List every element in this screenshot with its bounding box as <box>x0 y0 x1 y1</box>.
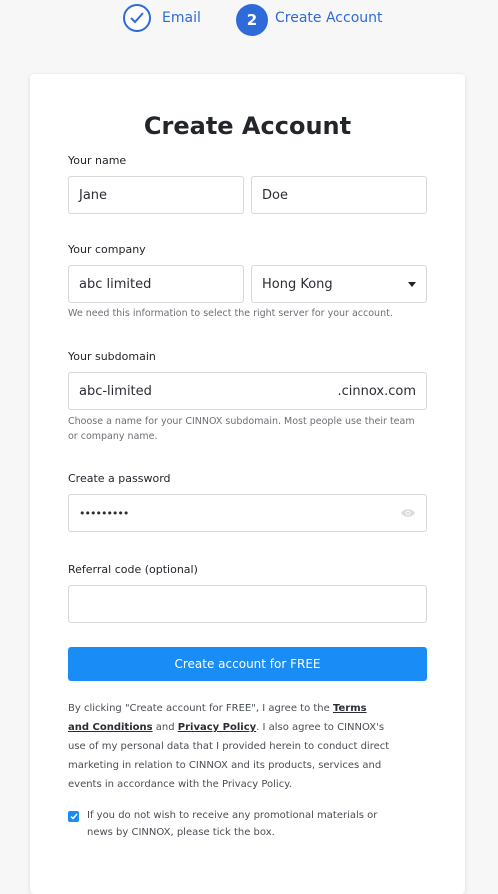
step-create-account-number: 2 <box>236 4 268 36</box>
last-name-field[interactable]: Doe <box>251 176 427 214</box>
signup-card: Create Account Your name Jane Doe Your c… <box>30 74 465 894</box>
country-select[interactable]: Hong Kong <box>251 265 427 303</box>
password-field[interactable]: ••••••••• <box>68 494 427 532</box>
subdomain-field[interactable]: abc-limited .cinnox.com <box>68 372 427 410</box>
company-hint: We need this information to select the r… <box>68 308 393 319</box>
dropdown-arrow-icon <box>408 282 416 287</box>
subdomain-suffix: .cinnox.com <box>337 384 416 399</box>
referral-label: Referral code (optional) <box>68 563 198 576</box>
create-account-button[interactable]: Create account for FREE <box>68 647 427 681</box>
step-email-check-icon <box>123 4 151 32</box>
marketing-optout-label: If you do not wish to receive any promot… <box>87 810 378 838</box>
company-label: Your company <box>68 243 146 256</box>
terms-text: By clicking "Create account for FREE", I… <box>68 703 390 790</box>
show-password-eye-icon[interactable] <box>400 507 416 522</box>
privacy-policy-link[interactable]: Privacy Policy <box>178 722 256 733</box>
referral-code-field[interactable] <box>68 585 427 623</box>
company-field[interactable]: abc limited <box>68 265 244 303</box>
first-name-field[interactable]: Jane <box>68 176 244 214</box>
name-label: Your name <box>68 154 127 167</box>
subdomain-hint: Choose a name for your CINNOX subdomain.… <box>68 416 415 442</box>
progress-steps: Email 2 Create Account <box>0 0 498 44</box>
password-label: Create a password <box>68 472 171 485</box>
subdomain-label: Your subdomain <box>68 350 156 363</box>
step-email-label: Email <box>162 10 201 26</box>
marketing-optout-checkbox[interactable] <box>68 811 79 822</box>
page-title: Create Account <box>143 112 352 140</box>
step-create-account-label: Create Account <box>275 10 383 26</box>
